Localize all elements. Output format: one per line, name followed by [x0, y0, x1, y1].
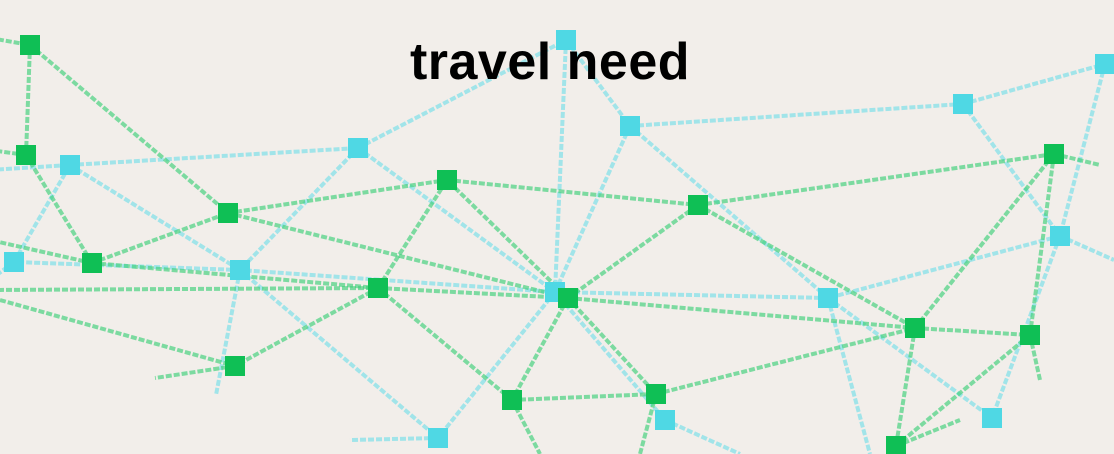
green-node: [1044, 144, 1064, 164]
cyan-node: [953, 94, 973, 114]
cyan-node: [60, 155, 80, 175]
cyan-node: [982, 408, 1002, 428]
green-node: [218, 203, 238, 223]
cyan-node: [4, 252, 24, 272]
green-node: [1020, 325, 1040, 345]
green-node: [368, 278, 388, 298]
cyan-node: [348, 138, 368, 158]
cyan-edges: [0, 38, 1114, 454]
page-title: travel need: [409, 33, 691, 91]
green-node: [558, 288, 578, 308]
green-node: [82, 253, 102, 273]
cyan-node: [1050, 226, 1070, 246]
cyan-node: [230, 260, 250, 280]
cyan-node: [818, 288, 838, 308]
green-node: [886, 436, 906, 454]
green-node: [16, 145, 36, 165]
green-node: [688, 195, 708, 215]
cyan-node: [428, 428, 448, 448]
green-node: [502, 390, 522, 410]
green-nodes: [16, 35, 1064, 454]
green-node: [225, 356, 245, 376]
green-edges: [0, 37, 1101, 454]
cyan-node: [655, 410, 675, 430]
cyan-node: [620, 116, 640, 136]
green-node: [905, 318, 925, 338]
green-node: [646, 384, 666, 404]
canvas: travel need: [0, 0, 1114, 454]
green-node: [437, 170, 457, 190]
